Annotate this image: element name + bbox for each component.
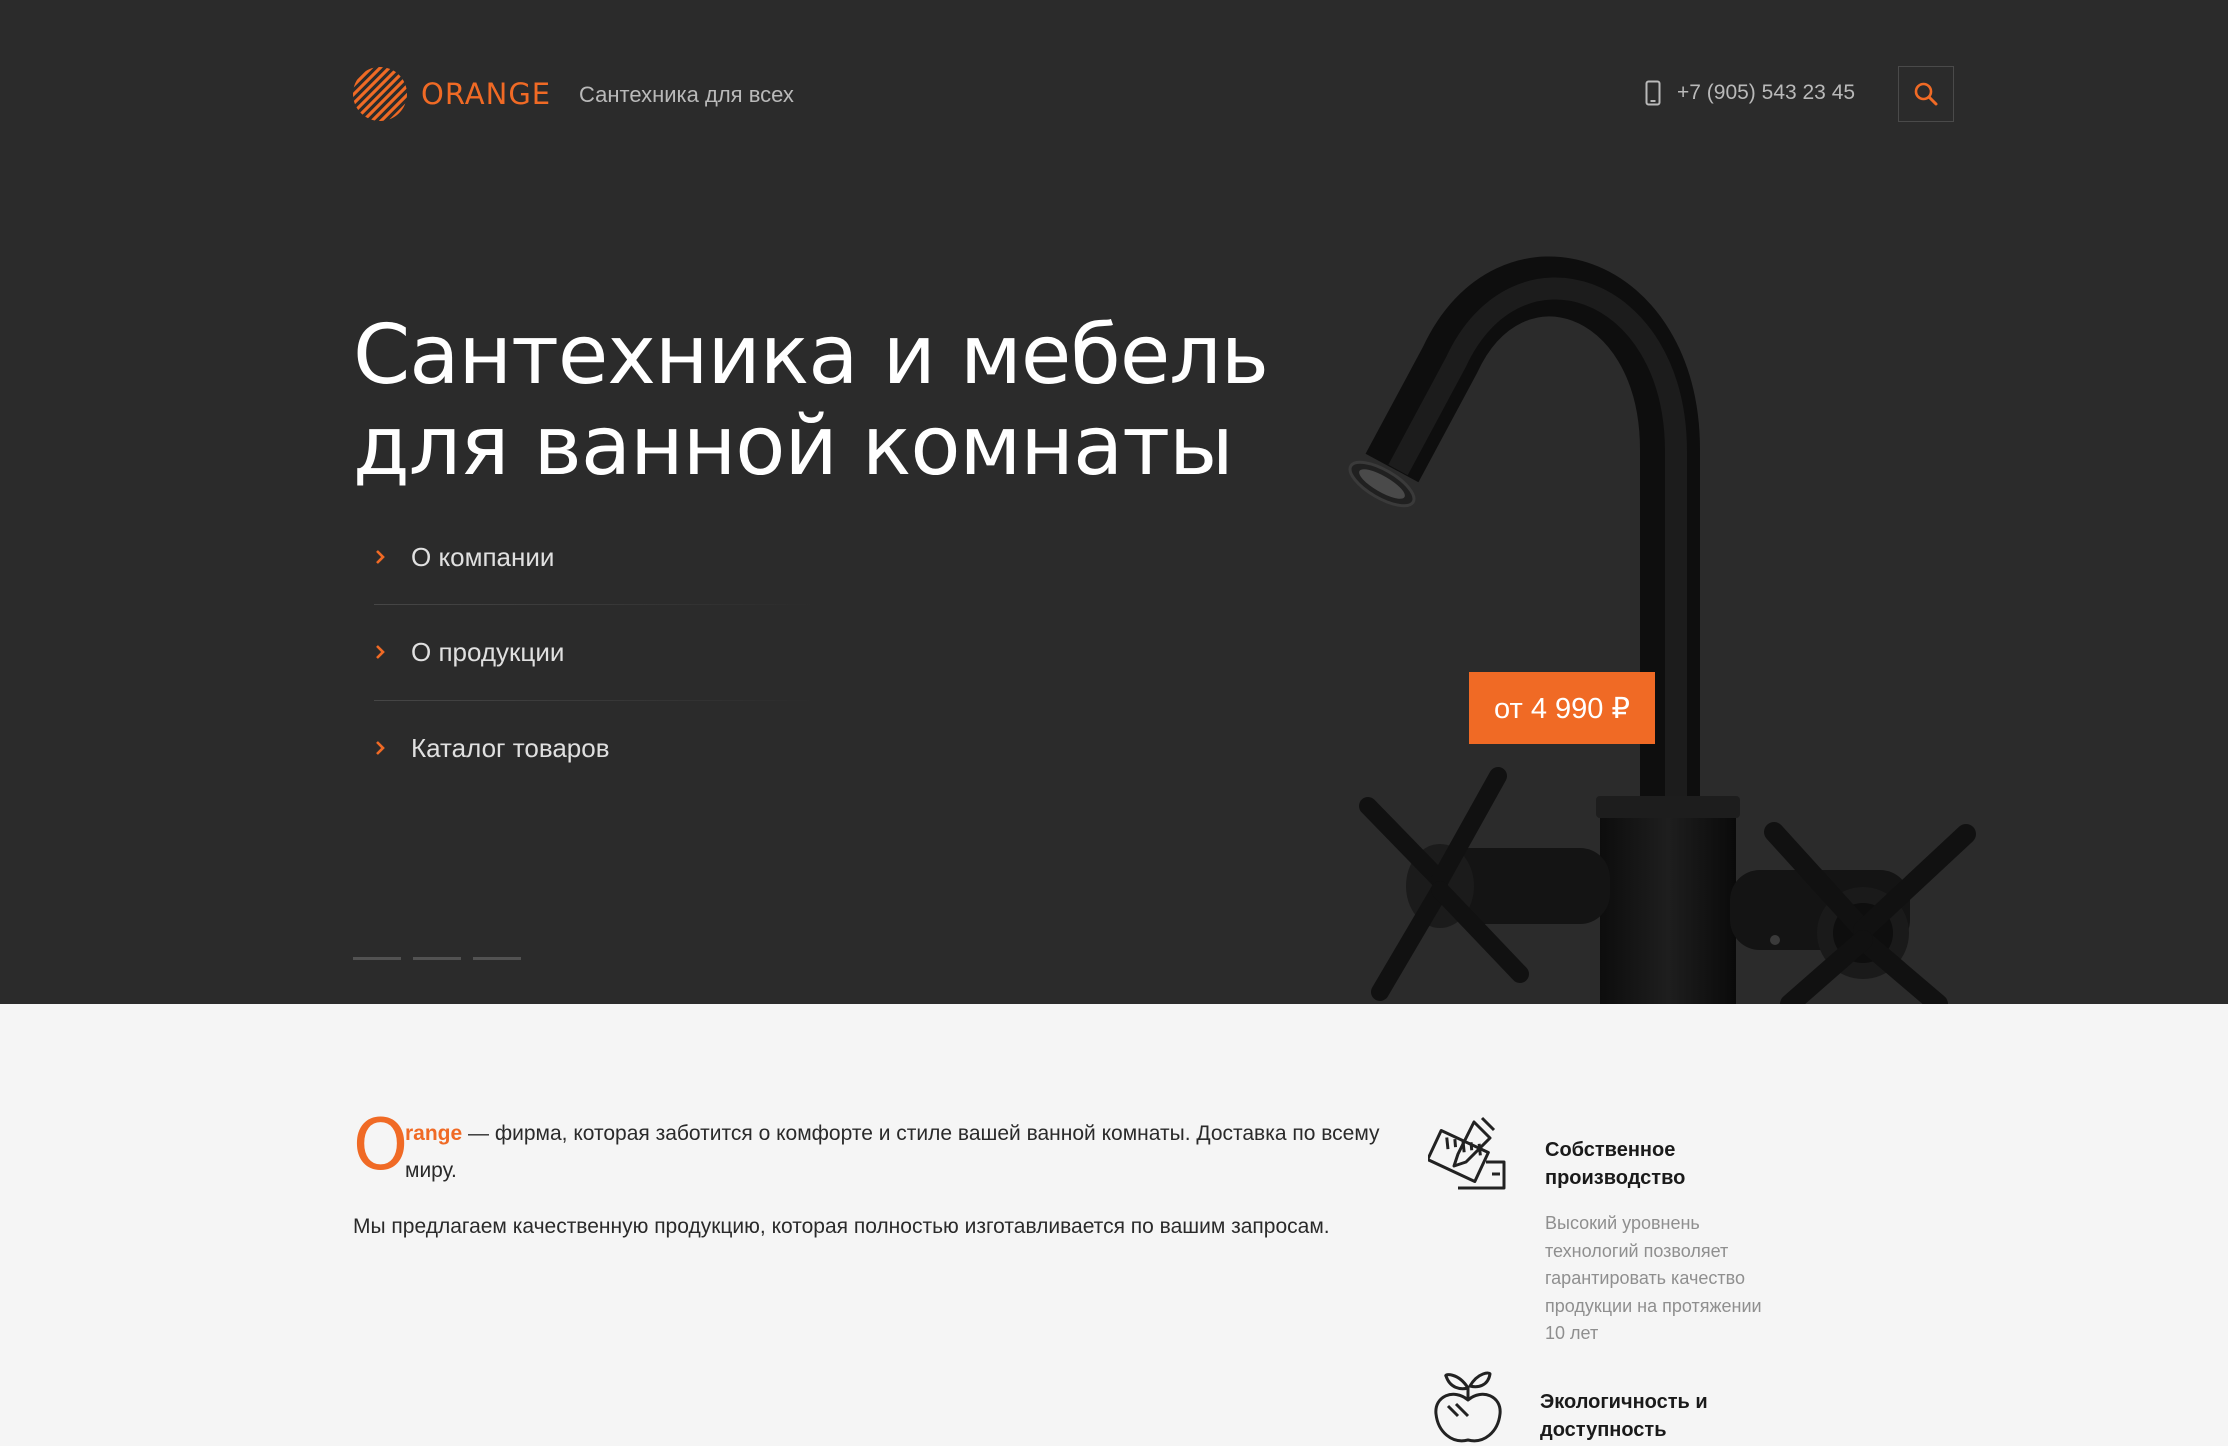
about-intro-text: — фирма, которая заботится о комфорте и … (405, 1122, 1380, 1182)
hero-section: ORANGE Сантехника для всех +7 (905) 543 … (0, 0, 2228, 1004)
phone-link[interactable]: +7 (905) 543 23 45 (1645, 80, 1855, 106)
slider-dot[interactable] (413, 957, 461, 960)
menu-item-products[interactable]: О продукции (374, 604, 824, 700)
feature-text: Высокий уровнень технологий позволяет га… (1545, 1213, 1762, 1343)
hero-menu: О компании О продукции Каталог товаров (374, 535, 824, 796)
feature-title: Собственное производство (1545, 1139, 1686, 1189)
menu-item-label: О компании (411, 541, 555, 572)
menu-item-label: О продукции (411, 636, 565, 667)
phone-number: +7 (905) 543 23 45 (1677, 81, 1856, 104)
chevron-right-icon (376, 741, 385, 755)
site-header: ORANGE Сантехника для всех +7 (905) 543 … (0, 0, 2228, 190)
menu-item-label: Каталог товаров (411, 732, 610, 763)
eco-apple-icon (1434, 1371, 1502, 1443)
about-section: O range — фирма, которая заботится о ком… (353, 1110, 1403, 1264)
tagline: Сантехника для всех (579, 82, 794, 107)
chevron-right-icon (376, 550, 385, 564)
chevron-right-icon (376, 645, 385, 659)
hero-title-line-2: для ванной комнаты (353, 399, 1234, 494)
slider-dot[interactable] (473, 957, 521, 960)
hero-title: Сантехника и мебель для ванной комнаты (353, 308, 1269, 494)
logo-text: ORANGE (421, 77, 552, 111)
slider-dot[interactable] (353, 957, 401, 960)
menu-item-catalog[interactable]: Каталог товаров (374, 700, 824, 796)
price-tag: от 4 990 ₽ (1469, 672, 1655, 744)
menu-item-company[interactable]: О компании (374, 510, 824, 604)
feature-ecology: Экологичность и доступность (1428, 1366, 1808, 1444)
brand-name-rest: range (405, 1122, 463, 1145)
ruler-pencil-icon (1428, 1116, 1506, 1190)
logo-stripes-icon (353, 67, 407, 121)
about-paragraph: Мы предлагаем качественную продукцию, ко… (353, 1215, 1330, 1238)
drop-cap-letter: O (353, 1104, 409, 1186)
faucet-product-image (1348, 256, 1976, 1004)
hero-title-line-1: Сантехника и мебель (353, 308, 1269, 403)
search-icon (1914, 82, 1938, 106)
search-button[interactable] (1898, 66, 1954, 122)
logo[interactable]: ORANGE (353, 67, 551, 121)
mobile-phone-icon (1645, 80, 1661, 106)
about-intro: O range — фирма, которая заботится о ком… (353, 1110, 1403, 1189)
feature-production: Собственное производство Высокий уровнен… (1428, 1114, 1808, 1354)
feature-title: Экологичность и доступность (1540, 1391, 1708, 1441)
slider-pagination (353, 957, 533, 960)
